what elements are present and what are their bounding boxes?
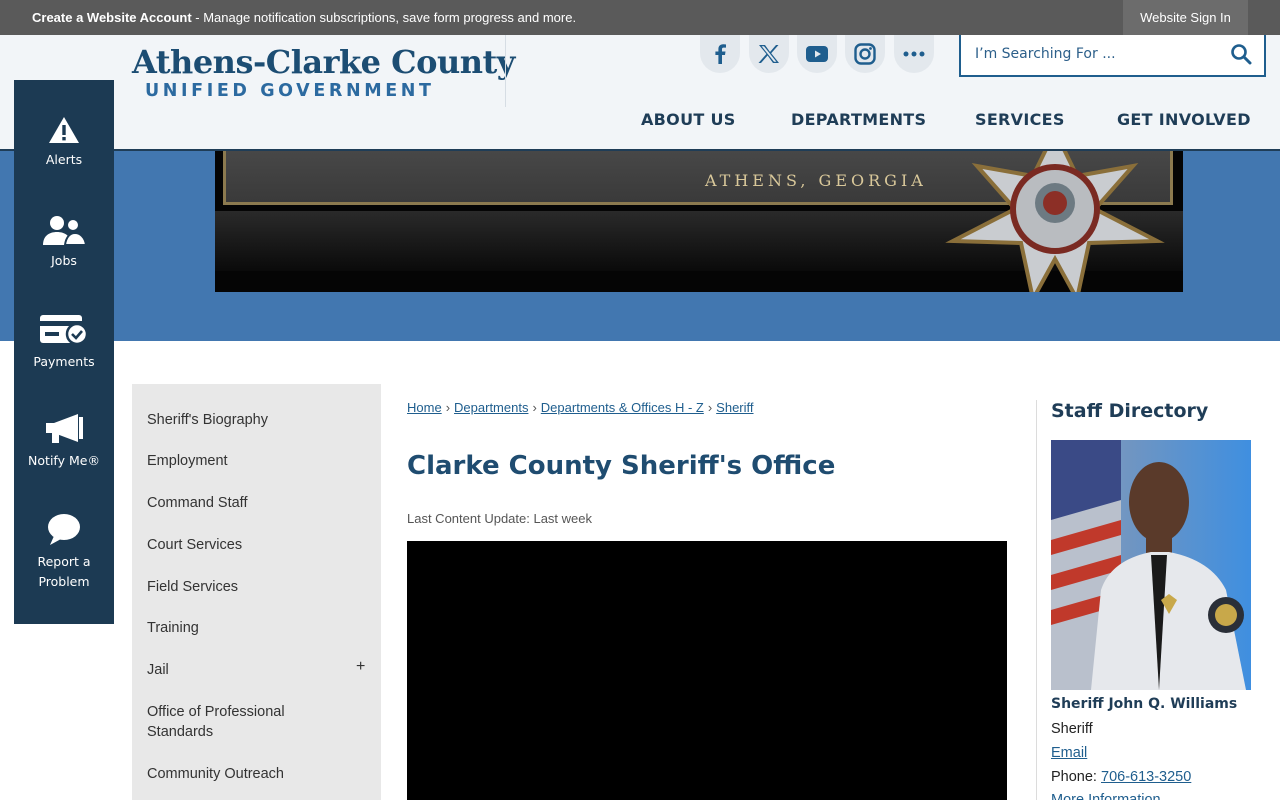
quick-link-alerts[interactable]: Alerts [14, 116, 114, 170]
staff-more-info-link[interactable]: More Information [1051, 792, 1161, 800]
staff-email-link[interactable]: Email [1051, 745, 1087, 761]
staff-title: Sheriff [1051, 721, 1093, 737]
side-nav-item-community-outreach[interactable]: Community Outreach [147, 764, 367, 784]
chat-bubble-icon [48, 514, 80, 545]
logo-title: Athens-Clarke County [132, 43, 515, 81]
site-header: Athens-Clarke County UNIFIED GOVERNMENT … [0, 35, 1280, 151]
breadcrumb: Home › Departments › Departments & Offices H… [407, 400, 754, 415]
page-title: Clarke County Sheriff's Office [407, 451, 836, 481]
quick-link-payments[interactable]: Payments [14, 314, 114, 372]
header-divider [505, 35, 506, 107]
site-logo[interactable]: Athens-Clarke County UNIFIED GOVERNMENT [132, 43, 515, 101]
instagram-icon[interactable] [845, 35, 885, 73]
side-nav-item-court-services[interactable]: Court Services [147, 535, 367, 555]
quick-links-panel: Alerts Jobs Payments Notify Me® Report a… [14, 80, 114, 624]
side-nav-item-professional-standards[interactable]: Office of Professional Standards [147, 702, 307, 742]
search-input[interactable] [975, 44, 1215, 64]
quick-link-label: Payments [33, 354, 95, 369]
payment-card-icon [40, 315, 89, 346]
banner-text: ATHENS, GEORGIA [705, 171, 927, 190]
staff-directory-heading: Staff Directory [1051, 400, 1209, 422]
x-icon[interactable] [749, 35, 789, 73]
nav-services[interactable]: SERVICES [975, 110, 1065, 129]
more-icon[interactable] [894, 35, 934, 73]
side-nav-item-field-services[interactable]: Field Services [147, 577, 367, 597]
nav-get-involved[interactable]: GET INVOLVED [1117, 110, 1251, 129]
sheriff-portrait-image [1051, 440, 1246, 690]
side-nav-item-jail[interactable]: Jail [147, 660, 367, 680]
last-content-update: Last Content Update: Last week [407, 511, 593, 526]
breadcrumb-home[interactable]: Home [407, 400, 442, 415]
facebook-icon[interactable] [700, 35, 740, 73]
account-description: - Manage notification subscriptions, sav… [191, 10, 577, 25]
staff-phone-label: Phone: [1051, 769, 1101, 785]
side-nav-item-employment[interactable]: Employment [147, 451, 367, 471]
account-bar: Create a Website Account - Manage notifi… [0, 0, 1280, 35]
quick-link-notify-me[interactable]: Notify Me® [14, 413, 114, 471]
people-icon [43, 216, 87, 245]
nav-departments[interactable]: DEPARTMENTS [791, 110, 926, 129]
breadcrumb-departments-h-z[interactable]: Departments & Offices H - Z [541, 400, 704, 415]
side-navigation: Sheriff's Biography Employment Command S… [132, 384, 381, 800]
breadcrumb-separator: › [707, 400, 713, 415]
nav-about-us[interactable]: ABOUT US [641, 110, 736, 129]
quick-link-label: Report a Problem [37, 554, 91, 589]
breadcrumb-sheriff[interactable]: Sheriff [716, 400, 753, 415]
sign-in-button[interactable]: Website Sign In [1123, 0, 1248, 35]
quick-link-label: Alerts [45, 152, 83, 167]
logo-subtitle: UNIFIED GOVERNMENT [145, 81, 435, 101]
staff-name: Sheriff John Q. Williams [1051, 696, 1238, 712]
breadcrumb-departments[interactable]: Departments [454, 400, 528, 415]
sheriff-badge-icon [945, 151, 1165, 292]
sheriff-photo [1051, 440, 1251, 690]
expand-jail-button[interactable]: + [356, 658, 365, 676]
breadcrumb-separator: › [445, 400, 451, 415]
search-icon[interactable] [1230, 43, 1252, 70]
alert-icon [49, 117, 79, 143]
create-account-link[interactable]: Create a Website Account [32, 10, 192, 25]
quick-link-jobs[interactable]: Jobs [14, 215, 114, 271]
banner-image: ATHENS, GEORGIA [215, 151, 1183, 292]
video-player[interactable] [407, 541, 1007, 800]
megaphone-icon [46, 414, 83, 443]
side-nav-item-training[interactable]: Training [147, 618, 367, 638]
side-nav-item-biography[interactable]: Sheriff's Biography [147, 410, 367, 430]
quick-link-label: Notify Me® [28, 453, 100, 468]
staff-phone: Phone: 706-613-3250 [1051, 769, 1191, 785]
staff-phone-link[interactable]: 706-613-3250 [1101, 769, 1191, 785]
quick-link-label: Jobs [51, 253, 77, 268]
sidebar-divider [1036, 400, 1037, 800]
quick-link-report-problem[interactable]: Report a Problem [14, 512, 114, 592]
side-nav-item-command-staff[interactable]: Command Staff [147, 493, 367, 513]
youtube-icon[interactable] [797, 35, 837, 73]
search-box [959, 35, 1266, 77]
breadcrumb-separator: › [532, 400, 537, 415]
account-message: Create a Website Account - Manage notifi… [32, 10, 576, 25]
